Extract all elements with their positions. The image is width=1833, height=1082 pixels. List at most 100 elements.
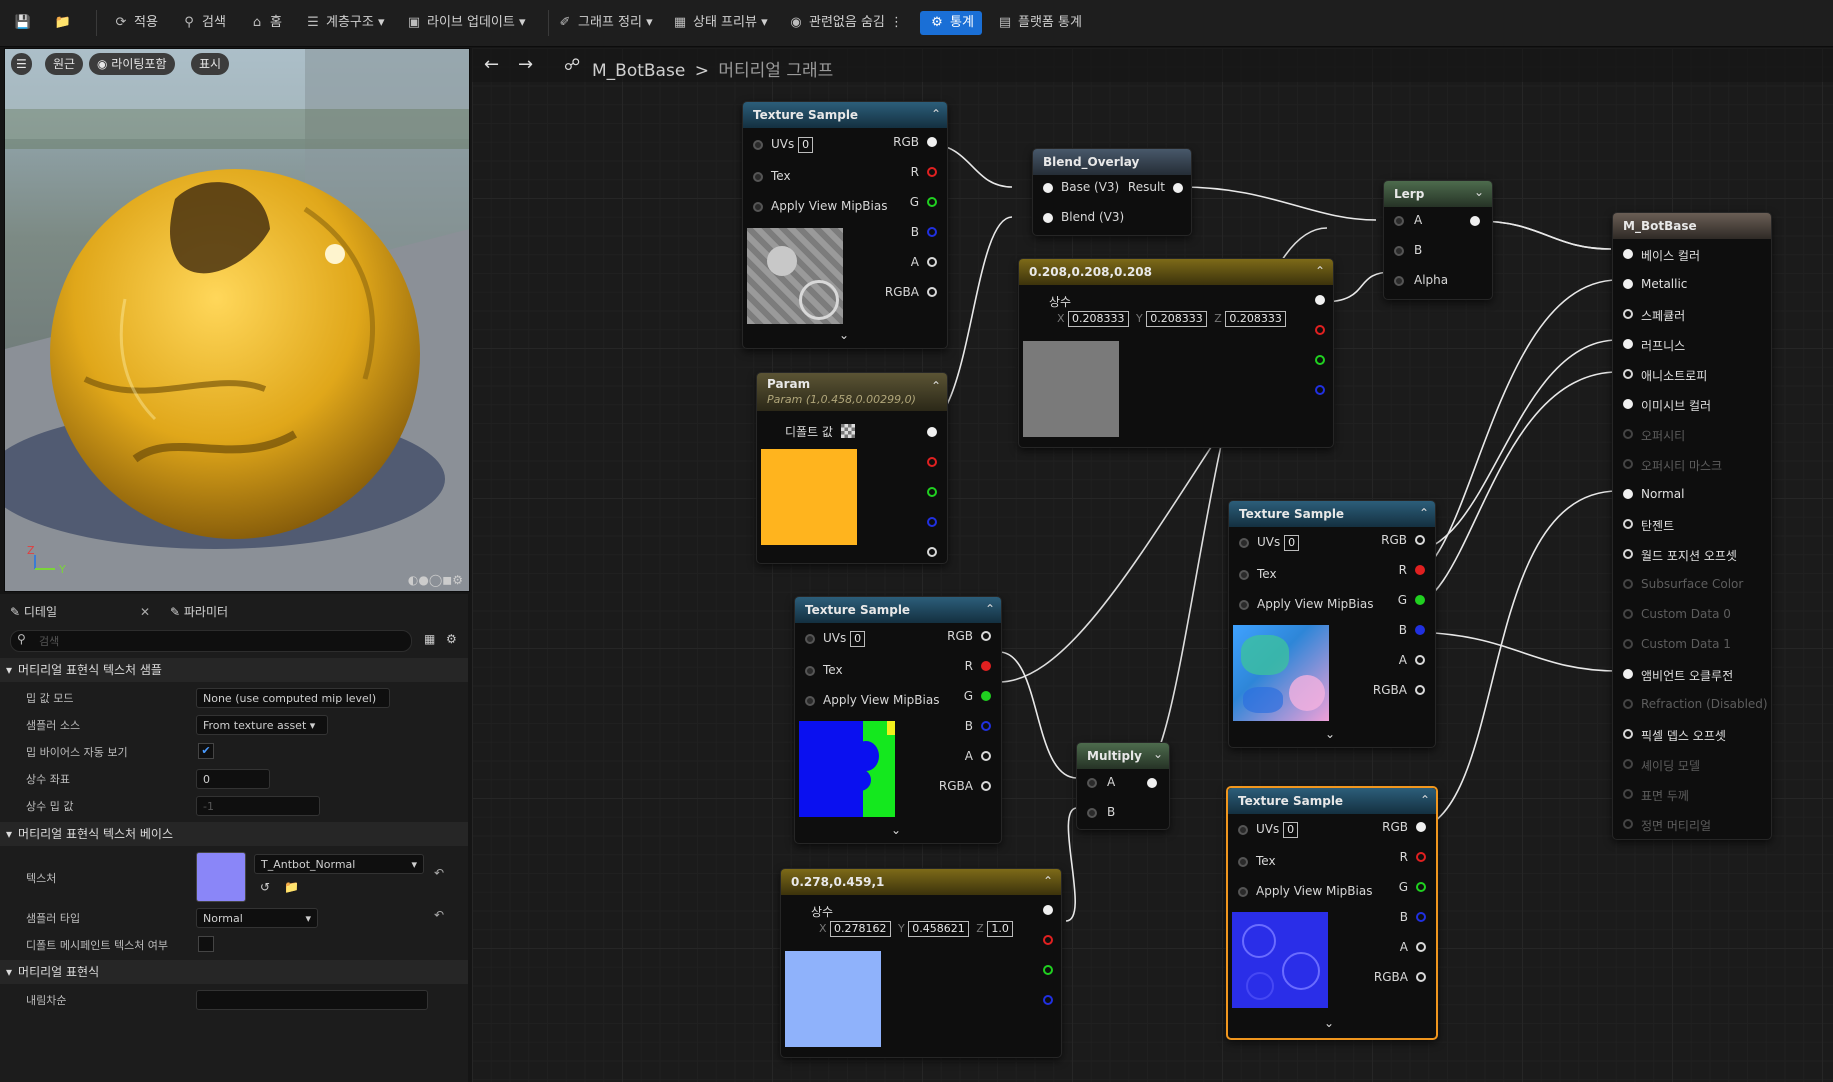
b-out-pin[interactable] <box>981 721 991 731</box>
uvs-pin[interactable] <box>1238 825 1248 835</box>
section-texture-sample[interactable]: ▾ 머티리얼 표현식 텍스처 샘플 <box>0 658 468 682</box>
b-out-pin[interactable] <box>1315 385 1325 395</box>
lerp-out-pin[interactable] <box>1470 216 1480 226</box>
blend-overlay-node[interactable]: Blend_Overlay Base (V3) Result Blend (V3… <box>1032 148 1192 236</box>
search-button[interactable]: ⚲ 검색 <box>180 11 226 35</box>
result-pin-8[interactable] <box>1623 489 1633 499</box>
show-button[interactable]: 표시 <box>191 53 230 75</box>
constant-node-blue[interactable]: 0.278,0.459,1 ⌃ 상수 X 0.278162 Y 0.458621… <box>780 868 1062 1058</box>
rgba-out-pin[interactable] <box>1415 685 1425 695</box>
r-out-pin[interactable] <box>1315 325 1325 335</box>
g-out-pin[interactable] <box>1043 965 1053 975</box>
chevron-down-icon[interactable]: ⌄ <box>1474 185 1484 199</box>
rgb-out-pin[interactable] <box>1415 535 1425 545</box>
const-out-pin[interactable] <box>1043 905 1053 915</box>
b-out-pin[interactable] <box>1043 995 1053 1005</box>
r-out-pin[interactable] <box>927 167 937 177</box>
platform-stats-button[interactable]: ▤ 플랫폼 통계 <box>996 11 1082 35</box>
tex-pin[interactable] <box>1238 857 1248 867</box>
collapse-icon[interactable]: ⌃ <box>1315 264 1325 278</box>
g-out-pin[interactable] <box>1315 355 1325 365</box>
more-options-icon[interactable]: ⋮ <box>890 11 903 35</box>
texture-sample-node-3[interactable]: Texture Sample ⌃ UVs 0 Tex Apply View Mi… <box>794 596 1002 844</box>
collapse-icon[interactable]: ⌃ <box>1419 506 1429 520</box>
material-preview-viewport[interactable]: Z Y ☰ 원근 ◉ 라이팅포함 표시 ◐●◯◼⚙ <box>4 48 470 592</box>
auto-mipbias-checkbox[interactable]: ✔ <box>198 743 214 759</box>
a-out-pin[interactable] <box>1415 655 1425 665</box>
texture-sample-node-2[interactable]: Texture Sample ⌃ UVs 0 Tex Apply View Mi… <box>1228 500 1436 748</box>
lerp-alpha-pin[interactable] <box>1394 276 1404 286</box>
browse-icon[interactable]: 📁 <box>54 11 76 35</box>
const-z-field[interactable]: 0.208333 <box>1225 311 1286 327</box>
texture-asset-dropdown[interactable]: T_Antbot_Normal ▾ <box>254 854 424 874</box>
browse-asset-icon[interactable]: 📁 <box>284 880 299 894</box>
uvs-pin[interactable] <box>1239 538 1249 548</box>
hierarchy-button[interactable]: ☰ 계층구조 ▾ <box>304 11 384 35</box>
texture-sample-node-1[interactable]: Texture Sample ⌃ UVs 0 Tex Apply View Mi… <box>742 101 948 349</box>
param-node[interactable]: Param Param (1,0.458,0.00299,0) ⌃ 디폴트 값 <box>756 372 948 564</box>
desc-field[interactable] <box>196 990 428 1010</box>
tab-details[interactable]: ✎ 디테일 <box>10 602 57 622</box>
result-pin-3[interactable] <box>1623 339 1633 349</box>
close-tab-icon[interactable]: ✕ <box>140 602 150 622</box>
settings-gear-icon[interactable]: ⚙ <box>446 632 457 646</box>
r-out-pin[interactable] <box>927 457 937 467</box>
result-pin-4[interactable] <box>1623 369 1633 379</box>
const-y-field[interactable]: 0.458621 <box>908 921 969 937</box>
const-mip-field[interactable]: -1 <box>196 796 320 816</box>
result-pin-5[interactable] <box>1623 399 1633 409</box>
g-out-pin[interactable] <box>1416 882 1426 892</box>
reset-sampler-icon[interactable]: ↶ <box>434 908 444 922</box>
const-y-field[interactable]: 0.208333 <box>1146 311 1207 327</box>
uvs-pin[interactable] <box>753 140 763 150</box>
default-meshpaint-checkbox[interactable] <box>198 936 214 952</box>
material-result-node[interactable]: M_BotBase 베이스 컬러 Metallic 스페큘러 러프니스 애니소트로피 이미… <box>1612 212 1772 840</box>
save-icon[interactable]: 💾 <box>14 11 36 35</box>
texture-sample-node-4-selected[interactable]: Texture Sample ⌃ UVs 0 Tex Apply View Mi… <box>1226 786 1438 1040</box>
lerp-node[interactable]: Lerp ⌄ A B Alpha <box>1383 180 1493 300</box>
const-coord-field[interactable]: 0 <box>196 769 270 789</box>
uvs-value[interactable]: 0 <box>1284 535 1300 551</box>
live-update-button[interactable]: ▣ 라이브 업데이트 ▾ <box>405 11 526 35</box>
rgba-out-pin[interactable] <box>1416 972 1426 982</box>
sampler-type-dropdown[interactable]: Normal ▾ <box>196 908 318 928</box>
expand-icon[interactable]: ⌄ <box>839 328 849 342</box>
tab-parameters[interactable]: ✎ 파라미터 <box>170 602 228 622</box>
const-x-field[interactable]: 0.208333 <box>1068 311 1129 327</box>
r-out-pin[interactable] <box>981 661 991 671</box>
rgb-out-pin[interactable] <box>1416 822 1426 832</box>
mul-out-pin[interactable] <box>1147 778 1157 788</box>
expand-icon[interactable]: ⌄ <box>891 823 901 837</box>
const-x-field[interactable]: 0.278162 <box>830 921 891 937</box>
r-out-pin[interactable] <box>1043 935 1053 945</box>
collapse-icon[interactable]: ⌃ <box>1043 874 1053 888</box>
rgb-out-pin[interactable] <box>981 631 991 641</box>
result-pin-9[interactable] <box>1623 519 1633 529</box>
rgba-out-pin[interactable] <box>927 287 937 297</box>
b-out-pin[interactable] <box>927 517 937 527</box>
const-out-pin[interactable] <box>1315 295 1325 305</box>
result-pin-2[interactable] <box>1623 309 1633 319</box>
tex-pin[interactable] <box>753 172 763 182</box>
collapse-icon[interactable]: ⌃ <box>931 379 941 393</box>
constant-node-gray[interactable]: 0.208,0.208,0.208 ⌃ 상수 X 0.208333 Y 0.20… <box>1018 258 1334 448</box>
sampler-source-dropdown[interactable]: From texture asset ▾ <box>196 715 328 735</box>
details-search-input[interactable]: ⚲ 검색 <box>10 630 412 652</box>
lit-mode-button[interactable]: ◉ 라이팅포함 <box>89 53 175 75</box>
a-out-pin[interactable] <box>981 751 991 761</box>
multiply-node[interactable]: Multiply ⌄ A B <box>1076 742 1170 830</box>
b-out-pin[interactable] <box>1416 912 1426 922</box>
r-out-pin[interactable] <box>1415 565 1425 575</box>
result-pin-10[interactable] <box>1623 549 1633 559</box>
chevron-down-icon[interactable]: ⌄ <box>1153 747 1163 761</box>
mipbias-pin[interactable] <box>1238 887 1248 897</box>
base-in-pin[interactable] <box>1043 183 1053 193</box>
g-out-pin[interactable] <box>981 691 991 701</box>
result-pin-0[interactable] <box>1623 249 1633 259</box>
table-view-icon[interactable]: ▦ <box>424 632 435 646</box>
const-z-field[interactable]: 1.0 <box>987 921 1013 937</box>
reset-texture-icon[interactable]: ↶ <box>434 866 444 880</box>
expand-icon[interactable]: ⌄ <box>1325 727 1335 741</box>
result-pin-1[interactable] <box>1623 279 1633 289</box>
result-out-pin[interactable] <box>1173 183 1183 193</box>
